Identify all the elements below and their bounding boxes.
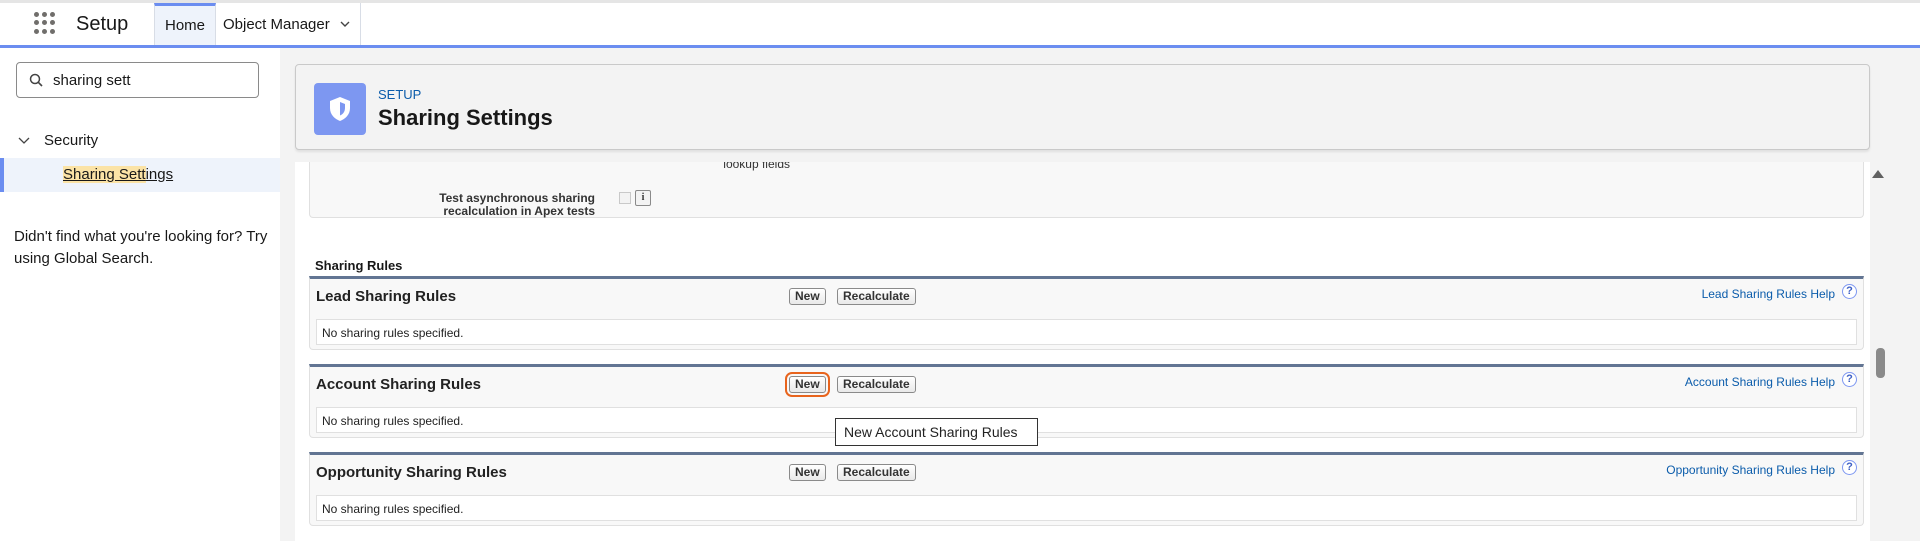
lead-recalculate-button[interactable]: Recalculate [837,288,916,305]
sharing-rules-heading: Sharing Rules [315,258,403,273]
tree-item-sharing-settings[interactable]: Sharing Settings [0,158,280,192]
scrollbar[interactable] [1868,160,1892,541]
quick-find-input[interactable] [51,70,251,90]
tab-home[interactable]: Home [154,3,217,45]
opportunity-recalculate-button[interactable]: Recalculate [837,464,916,481]
account-help-link[interactable]: Account Sharing Rules Help [1685,375,1835,389]
lead-new-button[interactable]: New [789,288,826,305]
opportunity-new-button[interactable]: New [789,464,826,481]
tree-node-security-label: Security [44,132,99,149]
opportunity-sharing-rules: Opportunity Sharing Rules New Recalculat… [309,452,1864,526]
empty-state: No sharing rules specified. [316,407,1857,433]
chevron-down-icon[interactable] [18,136,30,146]
tooltip: New Account Sharing Rules [835,418,1038,446]
settings-content: lookup fields Test asynchronous sharing … [295,162,1870,541]
breadcrumb: SETUP [378,87,422,102]
app-launcher-icon[interactable] [34,12,56,34]
field-label-test-async: Test asynchronous sharing recalculation … [439,191,595,218]
tab-object-manager-label: Object Manager [223,15,330,33]
sharing-settings-section: lookup fields Test asynchronous sharing … [309,162,1864,218]
lead-sharing-rules: Lead Sharing Rules New Recalculate Lead … [309,276,1864,350]
section-title: Opportunity Sharing Rules [316,464,507,481]
page-title: Sharing Settings [378,105,553,130]
search-highlight: Sharing Sett [63,166,146,183]
help-icon[interactable]: ? [1842,460,1857,475]
scroll-up-icon[interactable] [1872,170,1884,178]
tree-item-sharing-settings-label[interactable]: Sharing Settings [63,166,173,183]
account-recalculate-button[interactable]: Recalculate [837,376,916,393]
search-icon [29,73,43,87]
help-icon[interactable]: ? [1842,284,1857,299]
tab-home-label: Home [165,17,206,34]
info-icon[interactable]: i [635,190,651,206]
test-async-checkbox [619,192,631,204]
quick-find-search[interactable] [16,62,259,98]
account-new-button[interactable]: New [785,372,830,397]
lead-help-link[interactable]: Lead Sharing Rules Help [1702,287,1835,301]
opportunity-help-link[interactable]: Opportunity Sharing Rules Help [1666,463,1835,477]
account-sharing-rules: Account Sharing Rules New Recalculate Ac… [309,364,1864,438]
scroll-thumb[interactable] [1876,348,1885,378]
empty-state: No sharing rules specified. [316,495,1857,521]
app-name: Setup [76,13,129,35]
section-title: Lead Sharing Rules [316,288,457,305]
field-label-fragment: lookup fields [723,162,790,171]
chevron-down-icon[interactable] [340,19,350,29]
shield-icon [314,83,366,135]
sidebar: Security Sharing Settings Didn't find wh… [0,48,280,541]
tab-object-manager[interactable]: Object Manager [213,3,361,45]
help-icon[interactable]: ? [1842,372,1857,387]
section-title: Account Sharing Rules [316,376,482,393]
global-search-hint: Didn't find what you're looking for? Try… [14,228,268,267]
tree-node-security[interactable]: Security [18,132,98,149]
global-header: Setup Home Object Manager [0,0,1920,48]
page-header: SETUP Sharing Settings [295,64,1870,150]
empty-state: No sharing rules specified. [316,319,1857,345]
tree-item-label-rest: ings [145,166,174,183]
main-content: SETUP Sharing Settings lookup fields Tes… [280,48,1920,541]
